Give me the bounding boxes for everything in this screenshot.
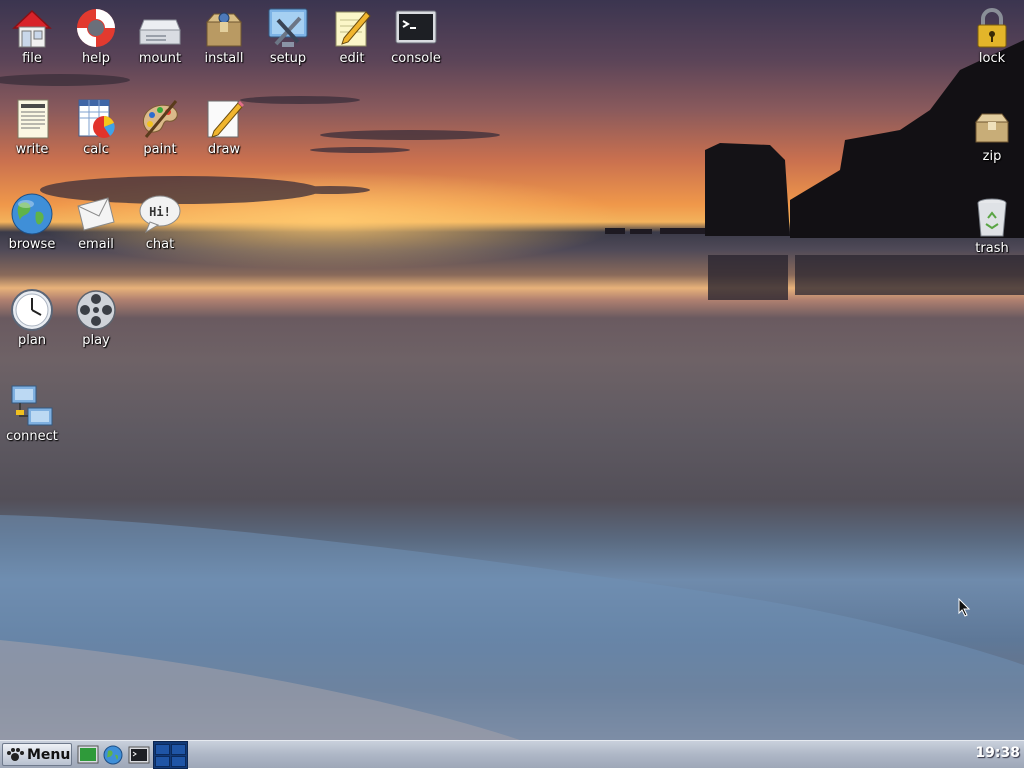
- desktop-icon-label: browse: [8, 237, 56, 252]
- archive-box-icon: [975, 113, 1009, 143]
- terminal-icon: [395, 10, 437, 44]
- desktop-icon-edit[interactable]: edit: [320, 6, 384, 66]
- speech-bubble-icon: Hi!: [139, 195, 181, 234]
- desktop-icon-connect[interactable]: connect: [0, 384, 64, 444]
- desktop-icon-console[interactable]: console: [384, 6, 448, 66]
- desktop-icon-label: chat: [145, 237, 175, 252]
- workspace-4[interactable]: [171, 756, 186, 767]
- desktop-icon-label: calc: [83, 142, 109, 157]
- taskbar: Menu 19:38: [0, 740, 1024, 769]
- desktop-icon-label: write: [15, 142, 49, 157]
- taskbar-clock[interactable]: 19:38: [975, 745, 1020, 761]
- drive-icon: [139, 19, 181, 45]
- lifebuoy-icon: [77, 9, 115, 47]
- palette-icon: [142, 100, 178, 138]
- desktop-icon-label: setup: [269, 51, 307, 66]
- envelope-icon: [77, 197, 115, 231]
- desktop-icon-file[interactable]: file: [0, 6, 64, 66]
- desktop-icon-install[interactable]: install: [192, 6, 256, 66]
- browser-launcher-icon[interactable]: [102, 744, 124, 766]
- desktop-icon-label: trash: [975, 241, 1009, 256]
- desktop-icon-setup[interactable]: setup: [256, 6, 320, 66]
- desktop-icon-mount[interactable]: mount: [128, 6, 192, 66]
- desktop-icon-label: paint: [143, 142, 177, 157]
- desktop-icon-label: play: [82, 333, 110, 348]
- desktop-icon-plan[interactable]: plan: [0, 288, 64, 348]
- desktop-icon-label: help: [81, 51, 111, 66]
- desktop-icon-label: connect: [6, 429, 58, 444]
- clock-icon: [11, 289, 53, 331]
- desktop-icon-calc[interactable]: calc: [64, 97, 128, 157]
- desktop-icon-zip[interactable]: zip: [960, 104, 1024, 164]
- desktop-icon-draw[interactable]: draw: [192, 97, 256, 157]
- mouse-cursor-icon: [958, 598, 971, 617]
- desktop-icon-help[interactable]: help: [64, 6, 128, 66]
- desktop-icon-label: draw: [207, 142, 241, 157]
- desktop-icon-label: email: [78, 237, 114, 252]
- workspace-1[interactable]: [155, 744, 170, 755]
- notepad-pencil-icon: [335, 11, 371, 47]
- desktop-icon-label: file: [22, 51, 42, 66]
- workspace-3[interactable]: [155, 756, 170, 767]
- paw-icon: [7, 747, 24, 761]
- workspace-2[interactable]: [171, 744, 186, 755]
- desktop-icon-email[interactable]: email: [64, 192, 128, 252]
- desktop-icon-play[interactable]: play: [64, 288, 128, 348]
- trash-can-icon: [977, 198, 1007, 237]
- desktop-icon-trash[interactable]: trash: [960, 196, 1024, 256]
- desktop-icon-label: plan: [17, 333, 47, 348]
- start-menu-label: Menu: [27, 746, 71, 763]
- network-icon: [11, 385, 53, 426]
- desktop-icon-paint[interactable]: paint: [128, 97, 192, 157]
- desktop-icon-write[interactable]: write: [0, 97, 64, 157]
- drawing-pencil-icon: [207, 100, 244, 138]
- terminal-launcher-icon[interactable]: [128, 744, 150, 766]
- package-icon: [205, 12, 243, 47]
- desktop-icon-label: install: [204, 51, 244, 66]
- chat-bubble-text: Hi!: [149, 205, 171, 219]
- globe-icon: [11, 193, 53, 235]
- start-menu-button[interactable]: Menu: [2, 743, 72, 766]
- padlock-icon: [977, 8, 1007, 48]
- desktop-icon-label: mount: [138, 51, 182, 66]
- desktop-icon-label: lock: [978, 51, 1006, 66]
- desktop-icon-label: zip: [982, 149, 1002, 164]
- show-desktop-icon[interactable]: [77, 744, 99, 766]
- desktop-icon-label: console: [391, 51, 441, 66]
- workspace-pager[interactable]: [153, 741, 188, 769]
- desktop-icon-browse[interactable]: browse: [0, 192, 64, 252]
- desktop-icon-label: edit: [339, 51, 365, 66]
- desktop-icon-chat[interactable]: Hi! chat: [128, 192, 192, 252]
- film-reel-icon: [76, 290, 116, 330]
- document-icon: [17, 99, 49, 139]
- desktop-icon-lock[interactable]: lock: [960, 6, 1024, 66]
- spreadsheet-icon: [78, 99, 115, 138]
- settings-monitor-icon: [268, 8, 308, 47]
- home-icon: [12, 9, 52, 48]
